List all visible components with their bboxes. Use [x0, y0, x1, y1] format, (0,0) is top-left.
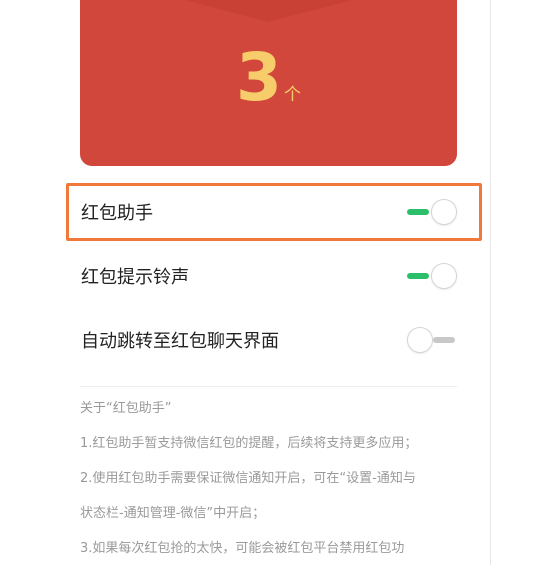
red-envelope-assistant-toggle[interactable] — [407, 199, 457, 225]
envelope-flap — [185, 0, 352, 22]
setting-label-red-envelope-assistant: 红包助手 — [81, 203, 153, 224]
setting-row-red-envelope-ringtone[interactable]: 红包提示铃声 — [80, 251, 457, 301]
toggle-track — [407, 209, 429, 215]
about-line-3: 状态栏-通知管理-微信”中开启； — [80, 506, 266, 521]
setting-row-red-envelope-assistant[interactable]: 红包助手 — [80, 187, 457, 237]
setting-row-auto-jump-to-chat[interactable]: 自动跳转至红包聊天界面 — [80, 315, 457, 365]
right-edge-divider — [490, 0, 491, 565]
red-envelope-count: 3个 — [80, 38, 457, 118]
about-line-1: 1.红包助手暂支持微信红包的提醒，后续将支持更多应用； — [80, 436, 418, 451]
toggle-track — [433, 337, 455, 343]
toggle-knob — [407, 327, 433, 353]
toggle-knob — [431, 263, 457, 289]
toggle-knob — [431, 199, 457, 225]
about-title: 关于“红包助手” — [80, 401, 172, 416]
red-envelope-count-unit: 个 — [283, 85, 301, 105]
red-envelope-count-card: 3个 — [80, 0, 457, 166]
section-divider — [80, 386, 457, 387]
about-line-4: 3.如果每次红包抢的太快，可能会被红包平台禁用红包功 — [80, 541, 405, 556]
about-section: 关于“红包助手” 1.红包助手暂支持微信红包的提醒，后续将支持更多应用； 2.使… — [80, 401, 480, 557]
about-line-2: 2.使用红包助手需要保证微信通知开启，可在“设置-通知与 — [80, 471, 416, 486]
red-envelope-ringtone-toggle[interactable] — [407, 263, 457, 289]
red-envelope-count-number: 3 — [236, 39, 282, 116]
setting-label-red-envelope-ringtone: 红包提示铃声 — [81, 267, 189, 288]
toggle-track — [407, 273, 429, 279]
auto-jump-to-chat-toggle[interactable] — [407, 327, 457, 353]
setting-label-auto-jump-to-chat: 自动跳转至红包聊天界面 — [81, 331, 279, 352]
